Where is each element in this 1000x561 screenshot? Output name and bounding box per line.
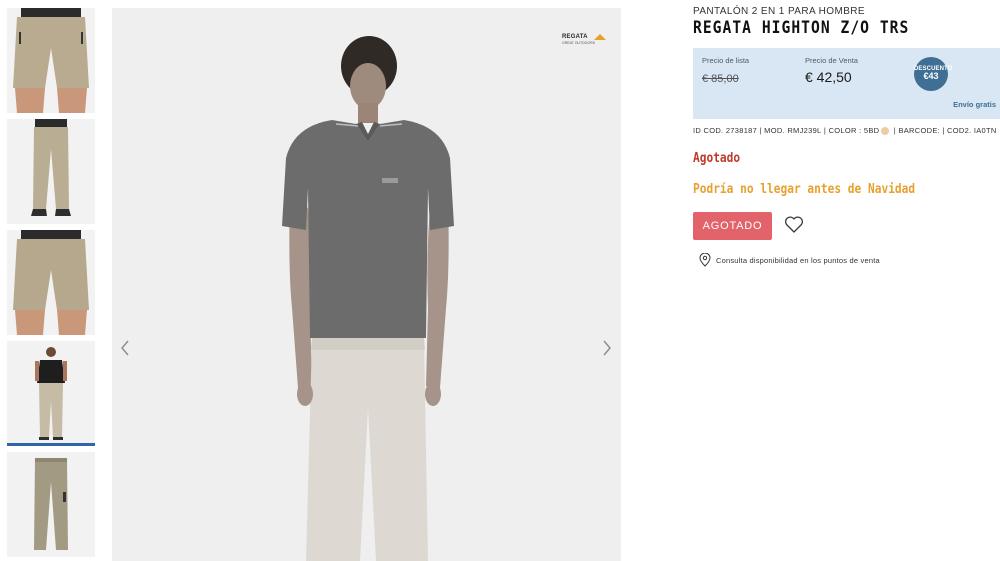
main-product-image[interactable]: REGATA GREAT OUTDOORS	[112, 8, 621, 561]
thumbnail-shorts-back[interactable]	[7, 230, 95, 335]
cod2: COD2. IA0TN	[947, 126, 997, 135]
barcode-label: BARCODE:	[898, 126, 941, 135]
price-box: Precio de lista € 85,00 Precio de Venta …	[693, 48, 1000, 119]
sale-price-label: Precio de Venta	[805, 56, 858, 65]
brand-mark-icon	[594, 34, 606, 40]
map-pin-icon	[699, 253, 711, 267]
chevron-left-icon[interactable]	[117, 338, 133, 358]
list-price: € 85,00	[702, 73, 739, 85]
store-availability-link[interactable]: Consulta disponibilidad en los puntos de…	[699, 253, 880, 267]
soldout-button[interactable]: AGOTADO	[693, 212, 772, 240]
thumbnail-trousers-back[interactable]	[7, 119, 95, 224]
thumbnail-shorts-front[interactable]	[7, 8, 95, 113]
discount-value: €43	[923, 71, 939, 81]
discount-badge: DESCUENTO €43	[914, 57, 952, 91]
color-code: 5BD	[863, 126, 880, 135]
brand-logo: REGATA GREAT OUTDOORS	[562, 34, 606, 48]
model-full-image	[7, 341, 95, 446]
christmas-notice: Podría no llegar antes de Navidad	[693, 182, 916, 197]
free-shipping: Envío gratis	[953, 100, 996, 109]
shorts-back-image	[7, 230, 95, 335]
product-info: PANTALÓN 2 EN 1 PARA HOMBRE REGATA HIGHT…	[693, 0, 1000, 561]
product-category: PANTALÓN 2 EN 1 PARA HOMBRE	[693, 6, 865, 17]
brand-tagline: GREAT OUTDOORS	[562, 41, 595, 45]
thumbnail-trousers-flat[interactable]	[7, 452, 95, 557]
model-image	[112, 8, 621, 561]
color-label: COLOR :	[828, 126, 862, 135]
chevron-right-icon[interactable]	[599, 338, 615, 358]
product-meta: ID COD. 2738187 | MOD. RMJ239L | COLOR :…	[693, 126, 997, 135]
color-swatch	[881, 126, 890, 135]
trousers-back-image	[7, 119, 95, 224]
list-price-label: Precio de lista	[702, 56, 750, 65]
sale-price: € 42,50	[805, 69, 852, 85]
store-availability-text: Consulta disponibilidad en los puntos de…	[716, 255, 880, 265]
trousers-flat-image	[7, 452, 95, 557]
shorts-front-image	[7, 8, 95, 113]
stock-status: Agotado	[693, 151, 741, 166]
model-code: MOD. RMJ239L	[764, 126, 822, 135]
thumbnail-model-full[interactable]	[7, 341, 95, 446]
id-code: ID COD. 2738187	[693, 126, 758, 135]
product-title: REGATA HIGHTON Z/O TRS	[693, 18, 910, 38]
heart-icon[interactable]	[784, 215, 804, 234]
